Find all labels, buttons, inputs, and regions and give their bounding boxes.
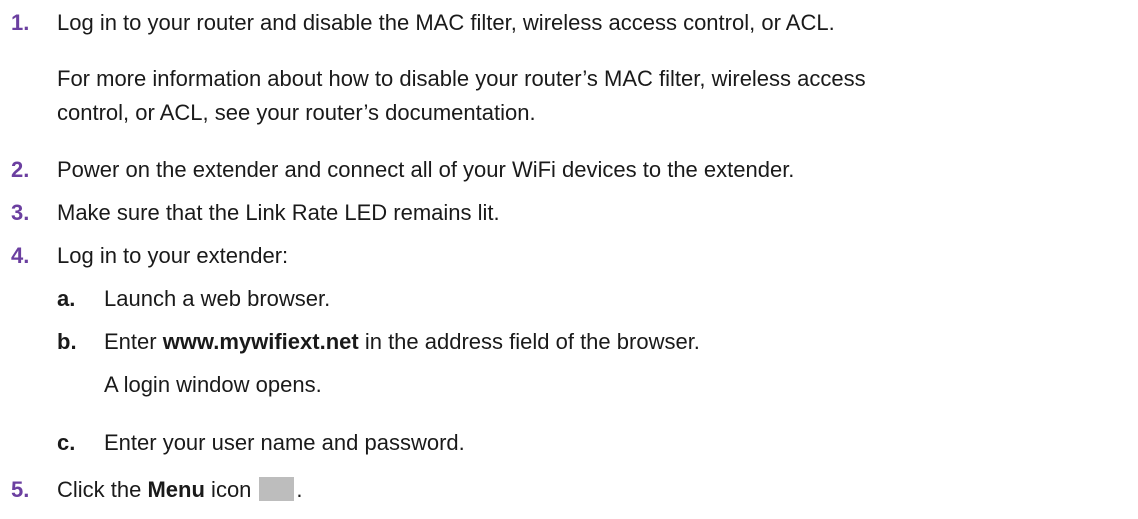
step-1-number: 1. bbox=[11, 10, 30, 35]
step-5-number: 5. bbox=[11, 477, 30, 502]
menu-icon bbox=[259, 477, 295, 501]
step-4-text: Log in to your extender: bbox=[57, 243, 289, 268]
substep-a-letter: a. bbox=[57, 286, 76, 311]
substep-c-text: Enter your user name and password. bbox=[104, 430, 465, 455]
step-1-text: Log in to your router and disable the MA… bbox=[57, 10, 835, 35]
menu-label: Menu bbox=[147, 477, 205, 502]
step-1-note-line-2: control, or ACL, see your router’s docum… bbox=[57, 100, 536, 125]
substep-b-text: Enter www.mywifiext.net in the address f… bbox=[104, 329, 700, 355]
step-2-number: 2. bbox=[11, 157, 30, 182]
step-3-number: 3. bbox=[11, 200, 30, 225]
step-5-text: Click the Menu icon. bbox=[57, 477, 303, 503]
substep-b-letter: b. bbox=[57, 329, 77, 354]
substep-c-letter: c. bbox=[57, 430, 76, 455]
substep-a-text: Launch a web browser. bbox=[104, 286, 331, 311]
step-5-period: . bbox=[296, 477, 303, 502]
step-5-text-before: Click the bbox=[57, 477, 148, 502]
step-2-text: Power on the extender and connect all of… bbox=[57, 157, 795, 182]
step-5-text-after: icon bbox=[204, 477, 252, 502]
step-3-text: Make sure that the Link Rate LED remains… bbox=[57, 200, 500, 225]
substep-b-note: A login window opens. bbox=[104, 372, 322, 397]
substep-b-text-after: in the address field of the browser. bbox=[358, 329, 700, 354]
substep-b-text-before: Enter bbox=[104, 329, 163, 354]
url-text: www.mywifiext.net bbox=[162, 329, 359, 354]
step-4-number: 4. bbox=[11, 243, 30, 268]
step-1-note-line-1: For more information about how to disabl… bbox=[57, 66, 866, 91]
